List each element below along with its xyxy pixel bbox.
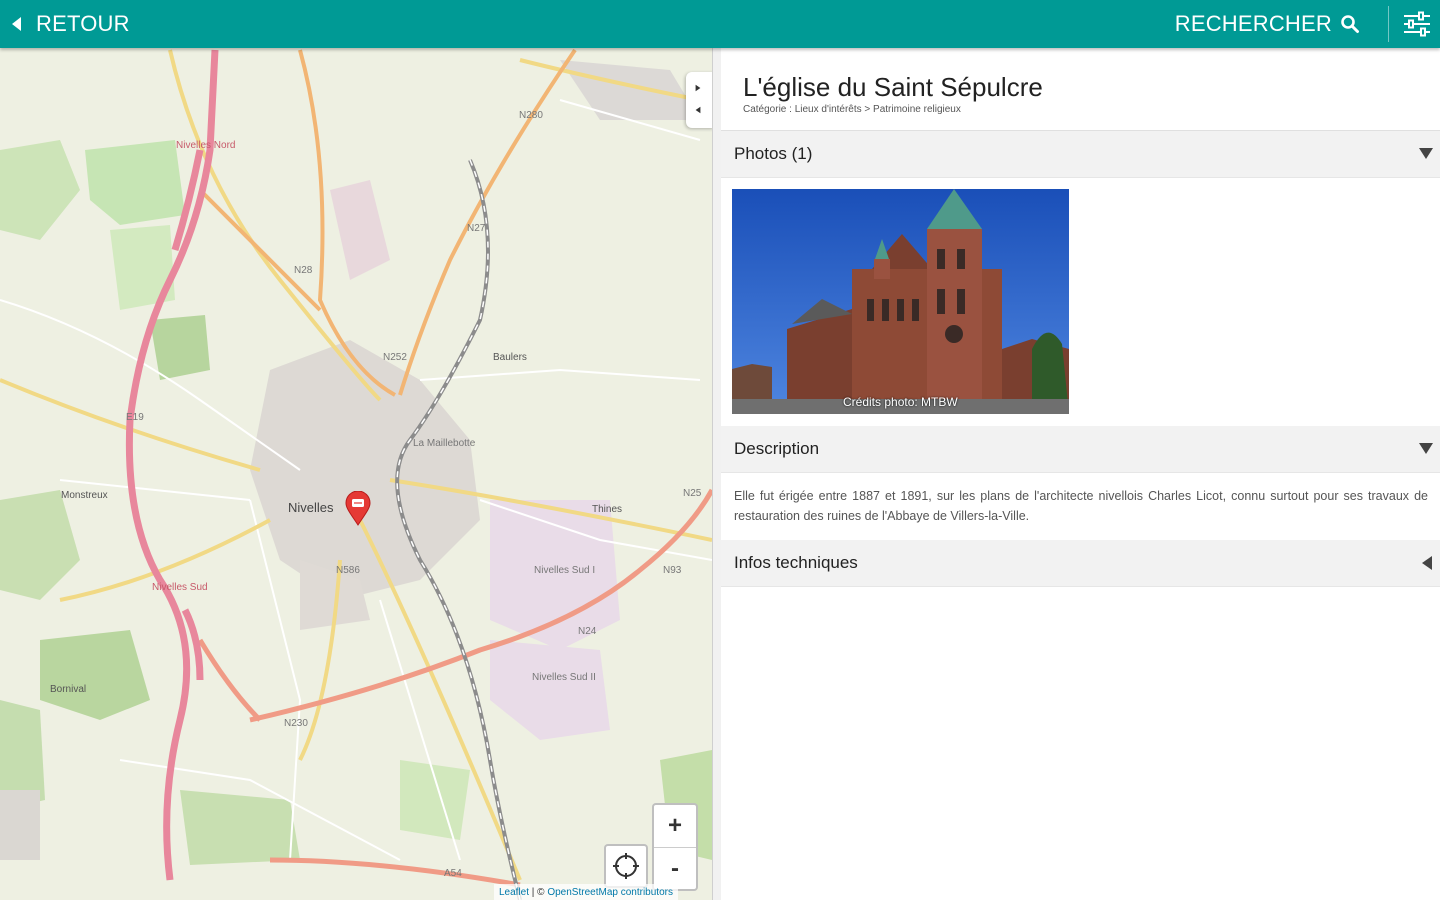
map-attribution: Leaflet | © OpenStreetMap contributors (494, 884, 678, 900)
description-label: Description (734, 439, 820, 458)
page-title: L'église du Saint Sépulcre (743, 72, 1043, 102)
chevron-down-icon (1419, 443, 1433, 454)
tech-info-section-header[interactable]: Infos techniques (721, 540, 1440, 587)
search-label: RECHERCHER (1174, 11, 1332, 36)
map-label: Bornival (50, 684, 86, 695)
chevron-left-icon (695, 106, 701, 114)
map-label: Nivelles Nord (176, 140, 235, 151)
map-label: N93 (663, 565, 682, 576)
church-photo[interactable]: Crédits photo: MTBW (732, 189, 1069, 414)
breadcrumb: Catégorie : Lieux d'intérêts > Patrimoin… (743, 104, 961, 115)
map-label: N252 (383, 352, 407, 363)
tech-info-label: Infos techniques (734, 553, 858, 572)
top-app-bar: RETOUR RECHERCHER (0, 0, 1440, 48)
back-button[interactable]: RETOUR (8, 0, 130, 48)
map-label: Thines (592, 504, 622, 515)
locate-icon (613, 853, 639, 879)
pane-divider (712, 48, 721, 900)
chevron-left-icon (12, 17, 21, 31)
photos-label: Photos (1) (734, 144, 813, 163)
photo-credit: Crédits photo: MTBW (843, 395, 958, 409)
map-label: N280 (519, 110, 543, 121)
map-label: E19 (126, 412, 144, 423)
map-label: N230 (284, 718, 308, 729)
map-label: N24 (578, 626, 597, 637)
map-tiles: Nivelles Nord N280 N27 N28 N252 Baulers … (0, 48, 712, 900)
attribution-separator: | © (529, 886, 548, 898)
map-label: N28 (294, 265, 313, 276)
map-label: N25 (683, 488, 702, 499)
chevron-left-icon (1422, 556, 1432, 570)
map-label: Nivelles Sud (152, 582, 208, 593)
map-label: N586 (336, 565, 360, 576)
map-label: Nivelles Sud II (532, 672, 596, 683)
back-label: RETOUR (36, 11, 130, 36)
map-label: A54 (444, 868, 462, 879)
search-button[interactable]: RECHERCHER (1175, 0, 1360, 48)
photos-section-header[interactable]: Photos (1) (721, 131, 1440, 178)
map-label: Nivelles Sud I (534, 565, 595, 576)
map-label: La Maillebotte (413, 438, 476, 449)
toolbar-divider (1388, 6, 1389, 42)
osm-link[interactable]: OpenStreetMap contributors (547, 887, 673, 898)
description-section-header[interactable]: Description (721, 426, 1440, 473)
search-icon (1341, 15, 1359, 33)
chevron-right-icon (695, 84, 701, 92)
map-label: Baulers (493, 352, 527, 363)
map-marker-icon[interactable] (343, 491, 373, 527)
map-label: Nivelles (288, 500, 334, 515)
locate-button[interactable] (604, 844, 648, 888)
map-view[interactable]: Nivelles Nord N280 N27 N28 N252 Baulers … (0, 48, 712, 900)
map-label: Monstreux (61, 490, 108, 501)
panel-toggle-button[interactable] (686, 72, 712, 128)
sliders-icon (1404, 11, 1430, 37)
chevron-down-icon (1419, 148, 1433, 159)
detail-header: L'église du Saint Sépulcre Catégorie : L… (721, 48, 1440, 131)
leaflet-link[interactable]: Leaflet (499, 887, 529, 898)
zoom-in-button[interactable]: + (654, 805, 696, 848)
description-text: Elle fut érigée entre 1887 et 1891, sur … (734, 489, 1428, 523)
detail-panel: L'église du Saint Sépulcre Catégorie : L… (721, 48, 1440, 900)
photos-container: Crédits photo: MTBW (721, 178, 1440, 426)
filters-button[interactable] (1398, 6, 1436, 42)
church-photo-image (732, 189, 1069, 414)
zoom-control: + - (652, 803, 698, 891)
map-label: N27 (467, 223, 486, 234)
